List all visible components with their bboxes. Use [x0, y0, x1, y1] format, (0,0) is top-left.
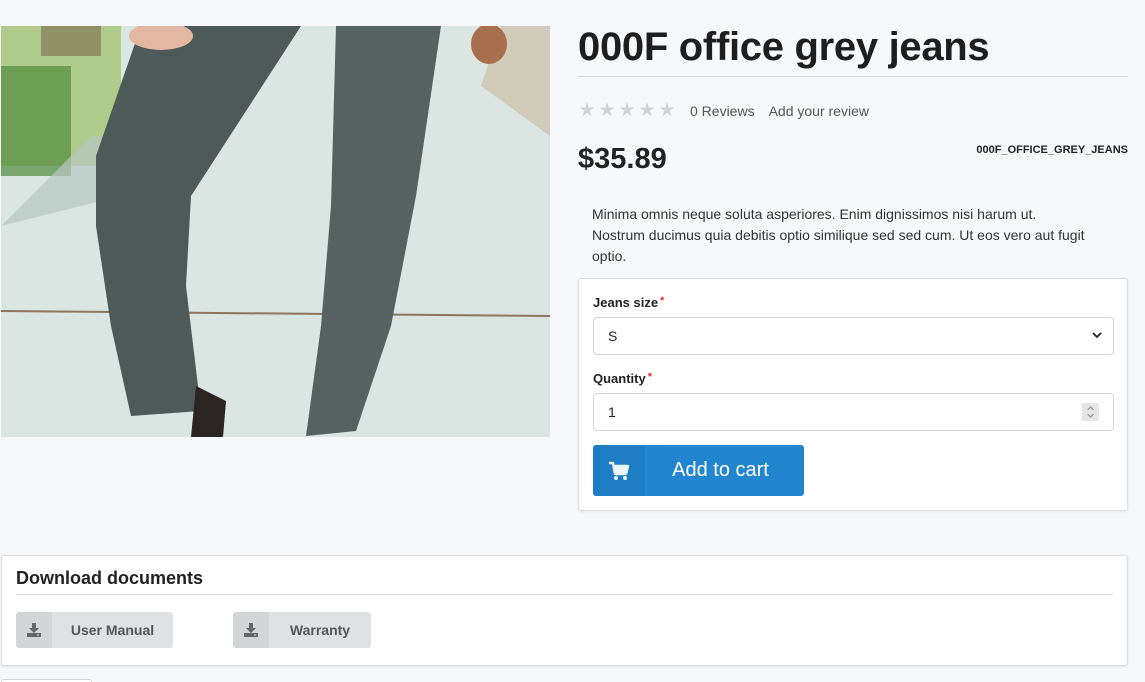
- cart-icon-container: [593, 445, 645, 496]
- star-rating[interactable]: ★ ★ ★ ★ ★: [578, 101, 676, 120]
- quantity-label: Quantity *: [593, 371, 652, 386]
- required-marker: *: [660, 295, 665, 307]
- download-icon: [244, 623, 258, 637]
- star-icon[interactable]: ★: [658, 101, 676, 120]
- product-description: Minima omnis neque soluta asperiores. En…: [592, 206, 1085, 264]
- download-documents-section: Download documents User Manual Warranty: [1, 555, 1128, 666]
- add-to-cart-form: Jeans size * S Quantity * 1 Add to cart: [578, 278, 1128, 511]
- product-title: 000F office grey jeans: [578, 22, 1128, 77]
- quantity-stepper[interactable]: [1082, 403, 1099, 421]
- user-manual-label: User Manual: [70, 622, 155, 638]
- size-label: Jeans size *: [593, 295, 664, 310]
- size-select-value: S: [608, 328, 618, 344]
- size-select[interactable]: S: [593, 317, 1114, 355]
- product-sku: 000F_OFFICE_GREY_JEANS: [976, 144, 1128, 156]
- star-icon[interactable]: ★: [598, 101, 616, 120]
- download-icon: [27, 623, 41, 637]
- quantity-value: 1: [608, 404, 616, 420]
- star-icon[interactable]: ★: [578, 101, 596, 120]
- stepper-arrows-icon: [1087, 406, 1094, 418]
- product-photo: [1, 26, 550, 437]
- quantity-label-text: Quantity: [593, 371, 646, 386]
- download-icon-container: [233, 612, 269, 648]
- product-image[interactable]: [1, 26, 550, 437]
- download-documents-title: Download documents: [16, 568, 1113, 595]
- product-info: 000F office grey jeans ★ ★ ★ ★ ★ 0 Revie…: [578, 22, 1128, 267]
- rating-row: ★ ★ ★ ★ ★ 0 Reviews Add your review: [578, 101, 1128, 121]
- size-label-text: Jeans size: [593, 295, 659, 310]
- price-row: $35.89 000F_OFFICE_GREY_JEANS: [578, 139, 1128, 179]
- download-user-manual-button[interactable]: User Manual: [16, 612, 173, 648]
- required-marker: *: [647, 371, 653, 383]
- quantity-input[interactable]: 1: [593, 393, 1114, 431]
- star-icon[interactable]: ★: [638, 101, 656, 120]
- add-review-link[interactable]: Add your review: [769, 103, 869, 119]
- warranty-label: Warranty: [289, 622, 351, 638]
- star-icon[interactable]: ★: [618, 101, 636, 120]
- download-warranty-button[interactable]: Warranty: [233, 612, 371, 648]
- download-icon-container: [16, 612, 52, 648]
- reviews-count[interactable]: 0 Reviews: [690, 103, 755, 119]
- chevron-down-icon: [1092, 332, 1102, 339]
- add-to-cart-label: Add to cart: [672, 459, 769, 481]
- add-to-cart-button[interactable]: Add to cart: [593, 445, 804, 496]
- cart-icon: [609, 461, 630, 480]
